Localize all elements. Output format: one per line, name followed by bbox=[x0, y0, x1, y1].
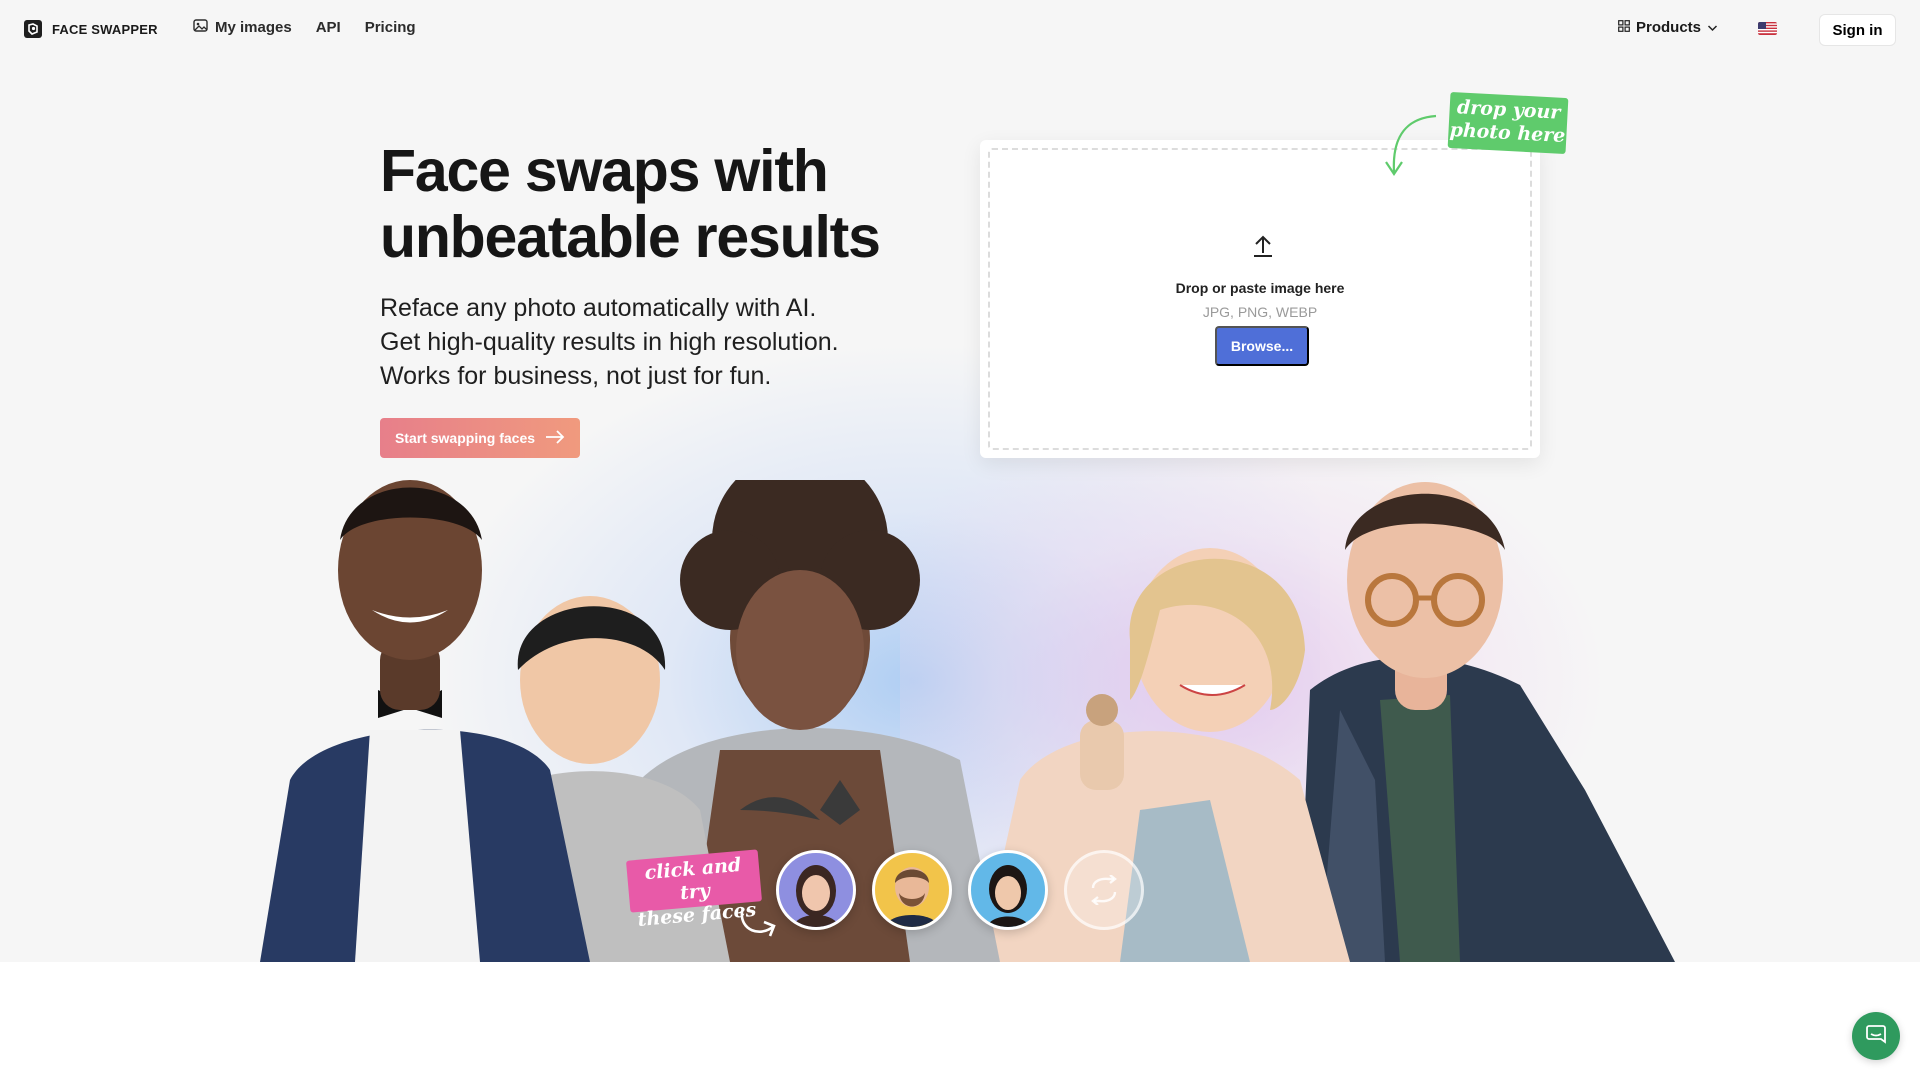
sample-face-1[interactable] bbox=[776, 850, 856, 930]
products-menu[interactable]: Products bbox=[1618, 19, 1718, 36]
products-label: Products bbox=[1636, 19, 1702, 36]
sample-face-3[interactable] bbox=[968, 850, 1048, 930]
try-faces-note: click and try these faces bbox=[625, 849, 763, 931]
shuffle-icon bbox=[1087, 875, 1121, 905]
brand[interactable]: FACE SWAPPER bbox=[24, 20, 158, 38]
dropzone-formats: JPG, PNG, WEBP bbox=[1202, 304, 1318, 320]
sign-in-button[interactable]: Sign in bbox=[1819, 14, 1896, 46]
top-nav: FACE SWAPPER My images API Pricing Produ… bbox=[0, 0, 1920, 60]
start-swapping-button[interactable]: Start swapping faces bbox=[380, 418, 580, 458]
logo-icon bbox=[24, 20, 42, 38]
nav-my-images[interactable]: My images bbox=[193, 19, 292, 36]
grid-icon bbox=[1618, 19, 1630, 36]
brand-name: FACE SWAPPER bbox=[52, 21, 158, 37]
hero-title-line-2: unbeatable results bbox=[380, 204, 881, 270]
shuffle-faces-button[interactable] bbox=[1064, 850, 1144, 930]
curved-arrow-icon bbox=[738, 908, 778, 943]
hero-subtitle: Reface any photo automatically with AI. … bbox=[380, 291, 839, 393]
arrow-right-icon bbox=[545, 429, 565, 447]
drop-photo-note: drop your photo here bbox=[1447, 91, 1569, 155]
us-flag-icon[interactable] bbox=[1758, 22, 1777, 35]
sample-face-2[interactable] bbox=[872, 850, 952, 930]
nav-api[interactable]: API bbox=[316, 19, 341, 36]
hero-subtitle-line: Reface any photo automatically with AI. bbox=[380, 294, 817, 322]
curved-arrow-icon bbox=[1378, 110, 1438, 185]
hero-title: Face swaps with unbeatable results bbox=[380, 138, 940, 270]
hero-subtitle-line: Get high-quality results in high resolut… bbox=[380, 328, 839, 356]
person-man-glasses bbox=[1280, 482, 1675, 962]
image-dropzone[interactable]: Drop or paste image here JPG, PNG, WEBP … bbox=[988, 148, 1532, 450]
main-nav: My images API Pricing bbox=[193, 19, 416, 36]
nav-pricing[interactable]: Pricing bbox=[365, 19, 416, 36]
hero-subtitle-line: Works for business, not just for fun. bbox=[380, 362, 772, 390]
image-icon bbox=[193, 19, 208, 36]
chat-widget-button[interactable] bbox=[1852, 1012, 1900, 1060]
page-bottom-area bbox=[0, 962, 1920, 1080]
drop-note-line: photo here bbox=[1449, 118, 1566, 148]
hero-title-line-1: Face swaps with bbox=[380, 138, 829, 204]
start-swapping-label: Start swapping faces bbox=[394, 430, 536, 446]
upload-icon bbox=[1252, 234, 1274, 263]
chevron-down-icon bbox=[1707, 19, 1718, 36]
dropzone-title: Drop or paste image here bbox=[1175, 280, 1345, 296]
browse-button[interactable]: Browse... bbox=[1215, 326, 1309, 366]
chat-icon bbox=[1865, 1023, 1887, 1050]
upload-card: Drop or paste image here JPG, PNG, WEBP … bbox=[980, 140, 1540, 458]
nav-my-images-label: My images bbox=[215, 19, 292, 36]
